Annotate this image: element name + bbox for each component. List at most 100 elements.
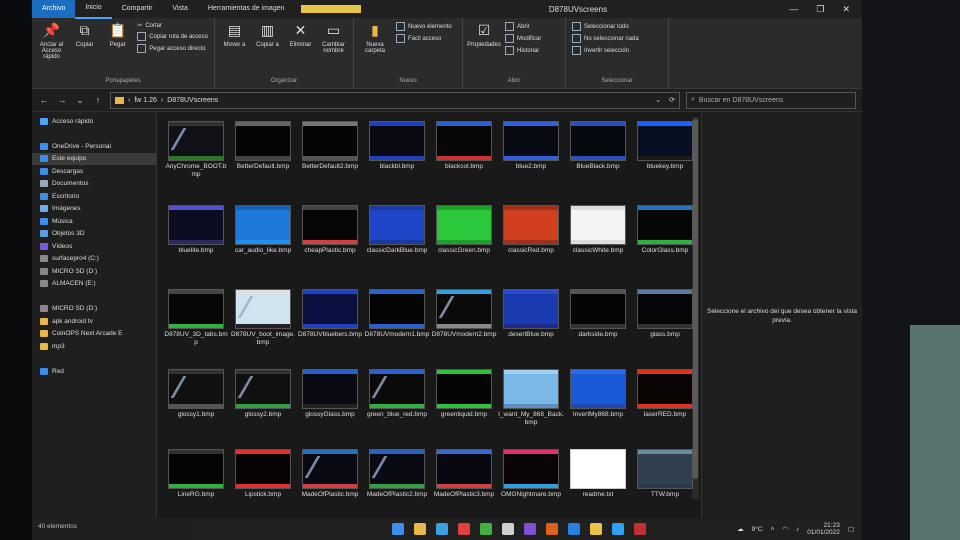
nav-item[interactable]: Objetos 3D bbox=[32, 228, 156, 241]
file-item[interactable]: D878UVmodern2.bmp bbox=[431, 289, 497, 339]
file-item[interactable]: MadeOfPlastic2.bmp bbox=[364, 449, 430, 499]
file-item[interactable]: D878UV_3D_tabs.bmp bbox=[163, 289, 229, 347]
file-item[interactable]: cheapPlastic.bmp bbox=[297, 205, 363, 255]
copy-button[interactable]: ⧉ Copiar bbox=[71, 20, 98, 49]
file-item[interactable]: BlueBlack.bmp bbox=[565, 121, 631, 171]
file-item[interactable]: TTW.bmp bbox=[632, 449, 698, 499]
nav-item[interactable]: apk android tv bbox=[32, 315, 156, 328]
nav-item[interactable]: MICRO SD (D:) bbox=[32, 265, 156, 278]
nav-item[interactable]: Red bbox=[32, 365, 156, 378]
new-item-button[interactable]: Nuevo elemento bbox=[396, 22, 452, 31]
file-item[interactable]: Lipstick.bmp bbox=[230, 449, 296, 499]
file-item[interactable]: bluekey.bmp bbox=[632, 121, 698, 171]
file-item[interactable]: MadeOfPlastic.bmp bbox=[297, 449, 363, 499]
file-item[interactable]: blue2.bmp bbox=[498, 121, 564, 171]
breadcrumb-fw[interactable]: fw 1.26 bbox=[134, 97, 157, 104]
tab-inicio[interactable]: Inicio bbox=[75, 0, 112, 19]
forward-arrow-icon[interactable]: → bbox=[56, 95, 68, 105]
taskbar-app-icon[interactable] bbox=[502, 523, 514, 535]
file-item[interactable]: glossy1.bmp bbox=[163, 369, 229, 419]
select-none-button[interactable]: No seleccionar nada bbox=[572, 34, 639, 43]
file-item[interactable]: car_audio_like.bmp bbox=[230, 205, 296, 255]
file-item[interactable]: InvertMy868.bmp bbox=[565, 369, 631, 419]
tab-compartir[interactable]: Compartir bbox=[112, 0, 163, 18]
tab-herramientas-imagen[interactable]: Herramientas de imagen bbox=[198, 0, 295, 18]
taskbar-app-icon[interactable] bbox=[436, 523, 448, 535]
nav-item[interactable]: OneDrive - Personal bbox=[32, 140, 156, 153]
file-item[interactable]: classicGreen.bmp bbox=[431, 205, 497, 255]
nav-item[interactable]: Documentos bbox=[32, 178, 156, 191]
file-item[interactable]: classicRed.bmp bbox=[498, 205, 564, 255]
file-item[interactable]: D878UVmodern1.bmp bbox=[364, 289, 430, 339]
file-item[interactable]: AnyChrome_BOOT.bmp bbox=[163, 121, 229, 179]
taskbar-app-icon[interactable] bbox=[546, 523, 558, 535]
tab-vista[interactable]: Vista bbox=[162, 0, 197, 18]
file-item[interactable]: D878UV_boot_image.bmp bbox=[230, 289, 296, 347]
paste-button[interactable]: 📋 Pegar bbox=[104, 20, 131, 49]
taskbar-app-icon[interactable] bbox=[414, 523, 426, 535]
taskbar-app-icon[interactable] bbox=[634, 523, 646, 535]
file-item[interactable]: classicDarkBlue.bmp bbox=[364, 205, 430, 255]
address-dropdown-icon[interactable]: ⌄ bbox=[655, 96, 661, 104]
taskbar-app-icon[interactable] bbox=[612, 523, 624, 535]
rename-button[interactable]: ▭ Cambiar nombre bbox=[320, 20, 347, 55]
file-item[interactable]: blackbl.bmp bbox=[364, 121, 430, 171]
properties-button[interactable]: ☑ Propiedades bbox=[467, 20, 501, 49]
nav-item[interactable]: Música bbox=[32, 215, 156, 228]
paste-shortcut-button[interactable]: Pegar acceso directo bbox=[137, 44, 208, 53]
file-item[interactable]: greenliquid.bmp bbox=[431, 369, 497, 419]
back-arrow-icon[interactable]: ← bbox=[38, 95, 50, 105]
nav-item[interactable]: MICRO SD (D:) bbox=[32, 303, 156, 316]
nav-item[interactable]: surfacepro4 (C:) bbox=[32, 253, 156, 266]
notifications-icon[interactable]: ▢ bbox=[848, 525, 854, 533]
nav-item[interactable]: Este equipo bbox=[32, 152, 156, 165]
taskbar-app-icon[interactable] bbox=[524, 523, 536, 535]
volume-icon[interactable]: ♪ bbox=[796, 526, 799, 533]
taskbar-app-icon[interactable] bbox=[568, 523, 580, 535]
nav-item[interactable]: Acceso rápido bbox=[32, 115, 156, 128]
open-button[interactable]: Abrir bbox=[505, 22, 541, 31]
invert-selection-button[interactable]: Invertir selección bbox=[572, 46, 639, 55]
minimize-button[interactable]: — bbox=[789, 4, 798, 15]
cut-button[interactable]: ✂ Cortar bbox=[137, 22, 208, 30]
refresh-icon[interactable]: ⟳ bbox=[669, 96, 675, 104]
file-item[interactable]: BetterDefault.bmp bbox=[230, 121, 296, 171]
file-item[interactable]: bluelite.bmp bbox=[163, 205, 229, 255]
file-item[interactable]: readme.txt bbox=[565, 449, 631, 499]
address-bar[interactable]: › fw 1.26 › D878UVscreens ⌄ ⟳ bbox=[110, 91, 680, 109]
copy-to-button[interactable]: ▥ Copiar a bbox=[254, 20, 281, 49]
file-item[interactable]: MadeOfPlastic3.bmp bbox=[431, 449, 497, 499]
up-arrow-icon[interactable]: ↑ bbox=[92, 95, 104, 105]
copy-path-button[interactable]: Copiar ruta de acceso bbox=[137, 32, 208, 41]
file-item[interactable]: glossyGlass.bmp bbox=[297, 369, 363, 419]
nav-item[interactable]: CoinOPS Next Arcade E bbox=[32, 328, 156, 341]
clock[interactable]: 21:23 01/01/2022 bbox=[807, 522, 840, 536]
edit-button[interactable]: Modificar bbox=[505, 34, 541, 43]
taskbar-app-icon[interactable] bbox=[480, 523, 492, 535]
file-item[interactable]: blackcol.bmp bbox=[431, 121, 497, 171]
wifi-icon[interactable]: ◠ bbox=[782, 525, 788, 533]
new-folder-button[interactable]: ▮ Nueva carpeta bbox=[360, 20, 390, 55]
pin-quick-access-button[interactable]: 📌 Anclar al Acceso rápido bbox=[38, 20, 65, 61]
taskbar-app-icon[interactable] bbox=[590, 523, 602, 535]
select-all-button[interactable]: Seleccionar todo bbox=[572, 22, 639, 31]
nav-item[interactable]: Descargas bbox=[32, 165, 156, 178]
easy-access-button[interactable]: Fácil acceso bbox=[396, 34, 452, 43]
nav-item[interactable]: ALMACEN (E:) bbox=[32, 278, 156, 291]
file-item[interactable]: LineRG.bmp bbox=[163, 449, 229, 499]
nav-item[interactable]: Imágenes bbox=[32, 203, 156, 216]
file-item[interactable]: green_blue_red.bmp bbox=[364, 369, 430, 419]
delete-button[interactable]: ✕ Eliminar bbox=[287, 20, 314, 49]
file-item[interactable]: glass.bmp bbox=[632, 289, 698, 339]
file-item[interactable]: I_want_My_868_Back.bmp bbox=[498, 369, 564, 427]
file-item[interactable]: D878UVbluebers.bmp bbox=[297, 289, 363, 339]
taskbar-app-icon[interactable] bbox=[458, 523, 470, 535]
nav-item[interactable]: mp3 bbox=[32, 340, 156, 353]
search-box[interactable]: ⌕ Buscar en D878UVscreens bbox=[686, 91, 856, 109]
chevron-up-icon[interactable]: ˄ bbox=[771, 526, 775, 533]
file-item[interactable]: classicWhite.bmp bbox=[565, 205, 631, 255]
nav-item[interactable]: Escritorio bbox=[32, 190, 156, 203]
file-item[interactable]: BetterDefault2.bmp bbox=[297, 121, 363, 171]
file-item[interactable]: desertBlue.bmp bbox=[498, 289, 564, 339]
file-item[interactable]: laserRED.bmp bbox=[632, 369, 698, 419]
